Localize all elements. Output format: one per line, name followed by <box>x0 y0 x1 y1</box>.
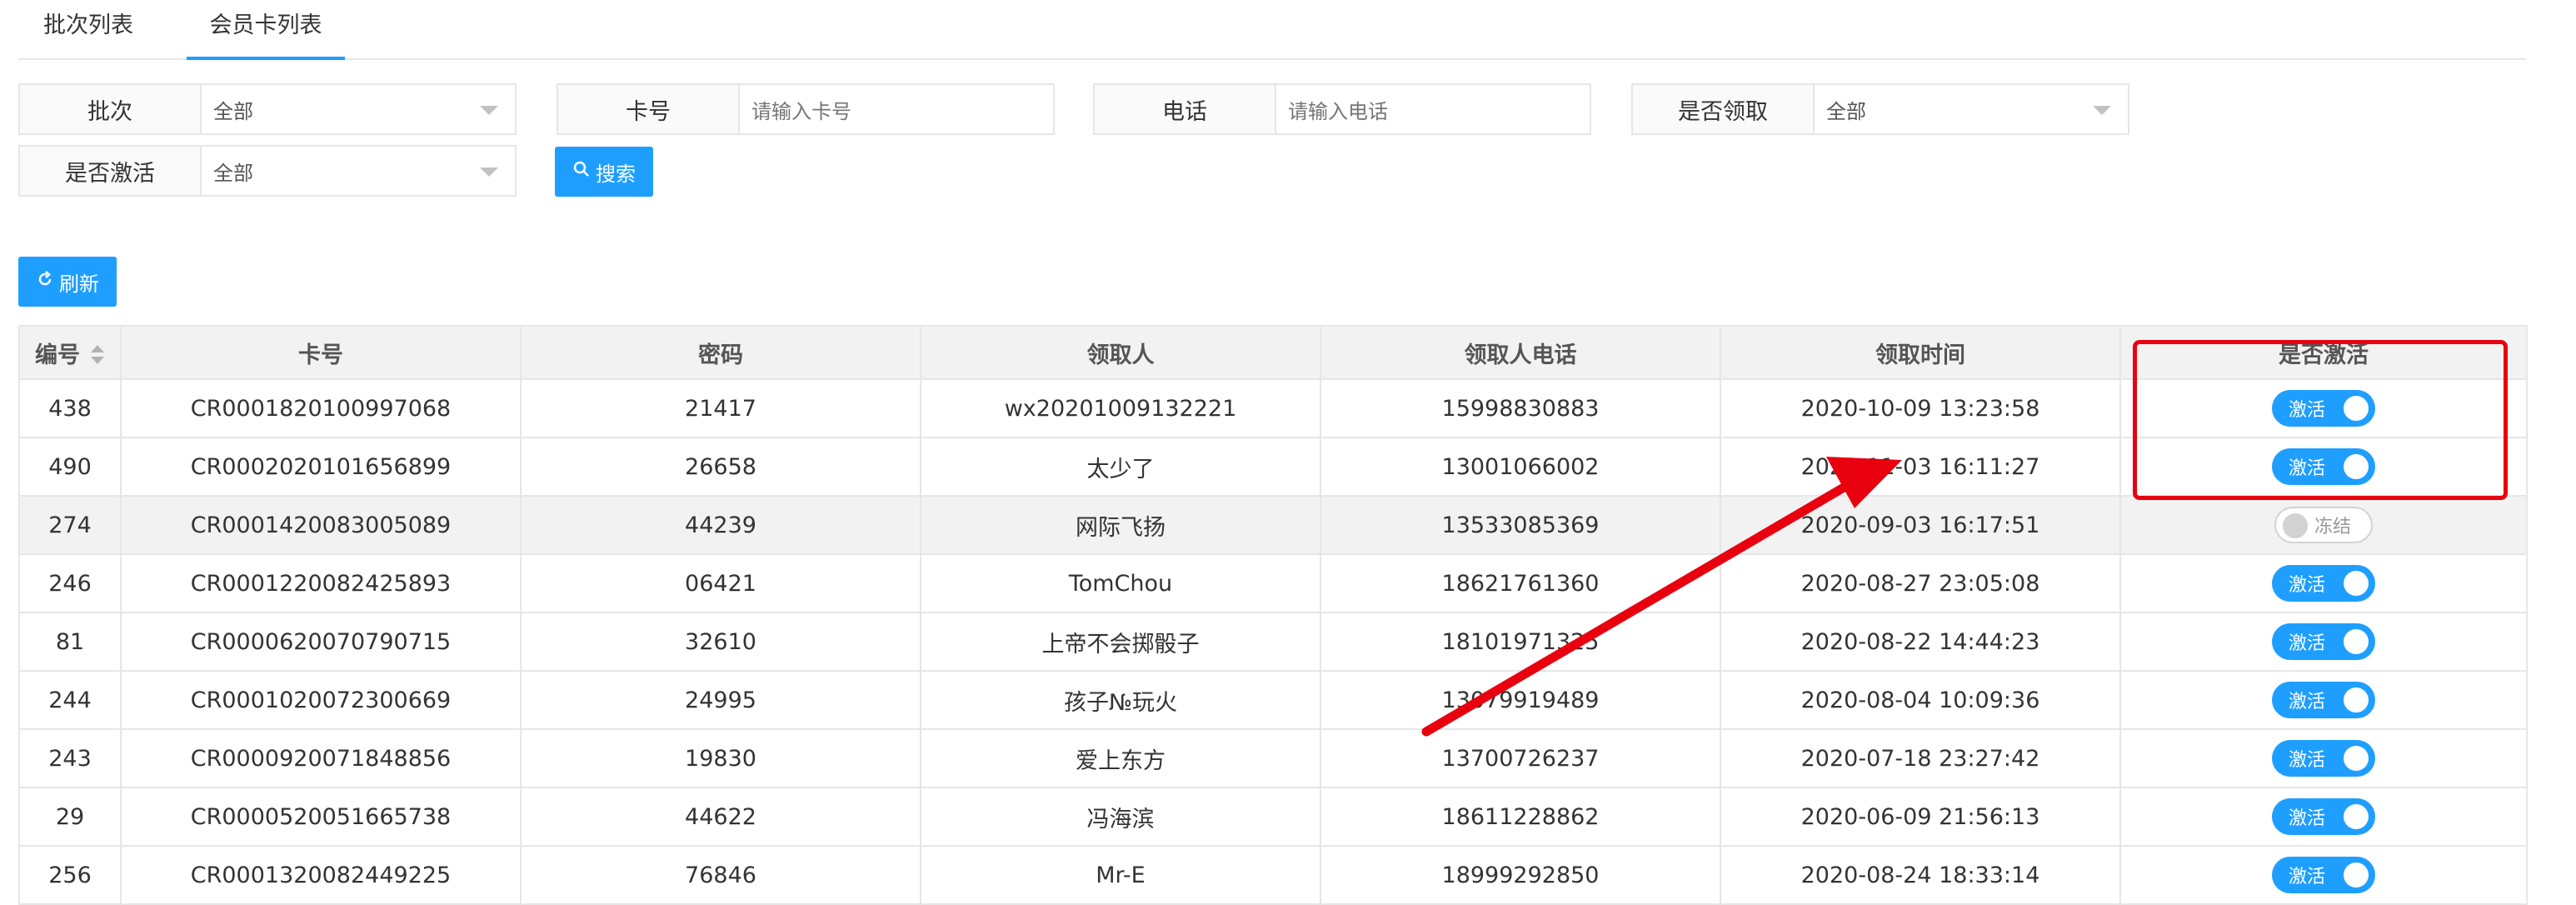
annotation-arrow <box>1421 457 1902 737</box>
